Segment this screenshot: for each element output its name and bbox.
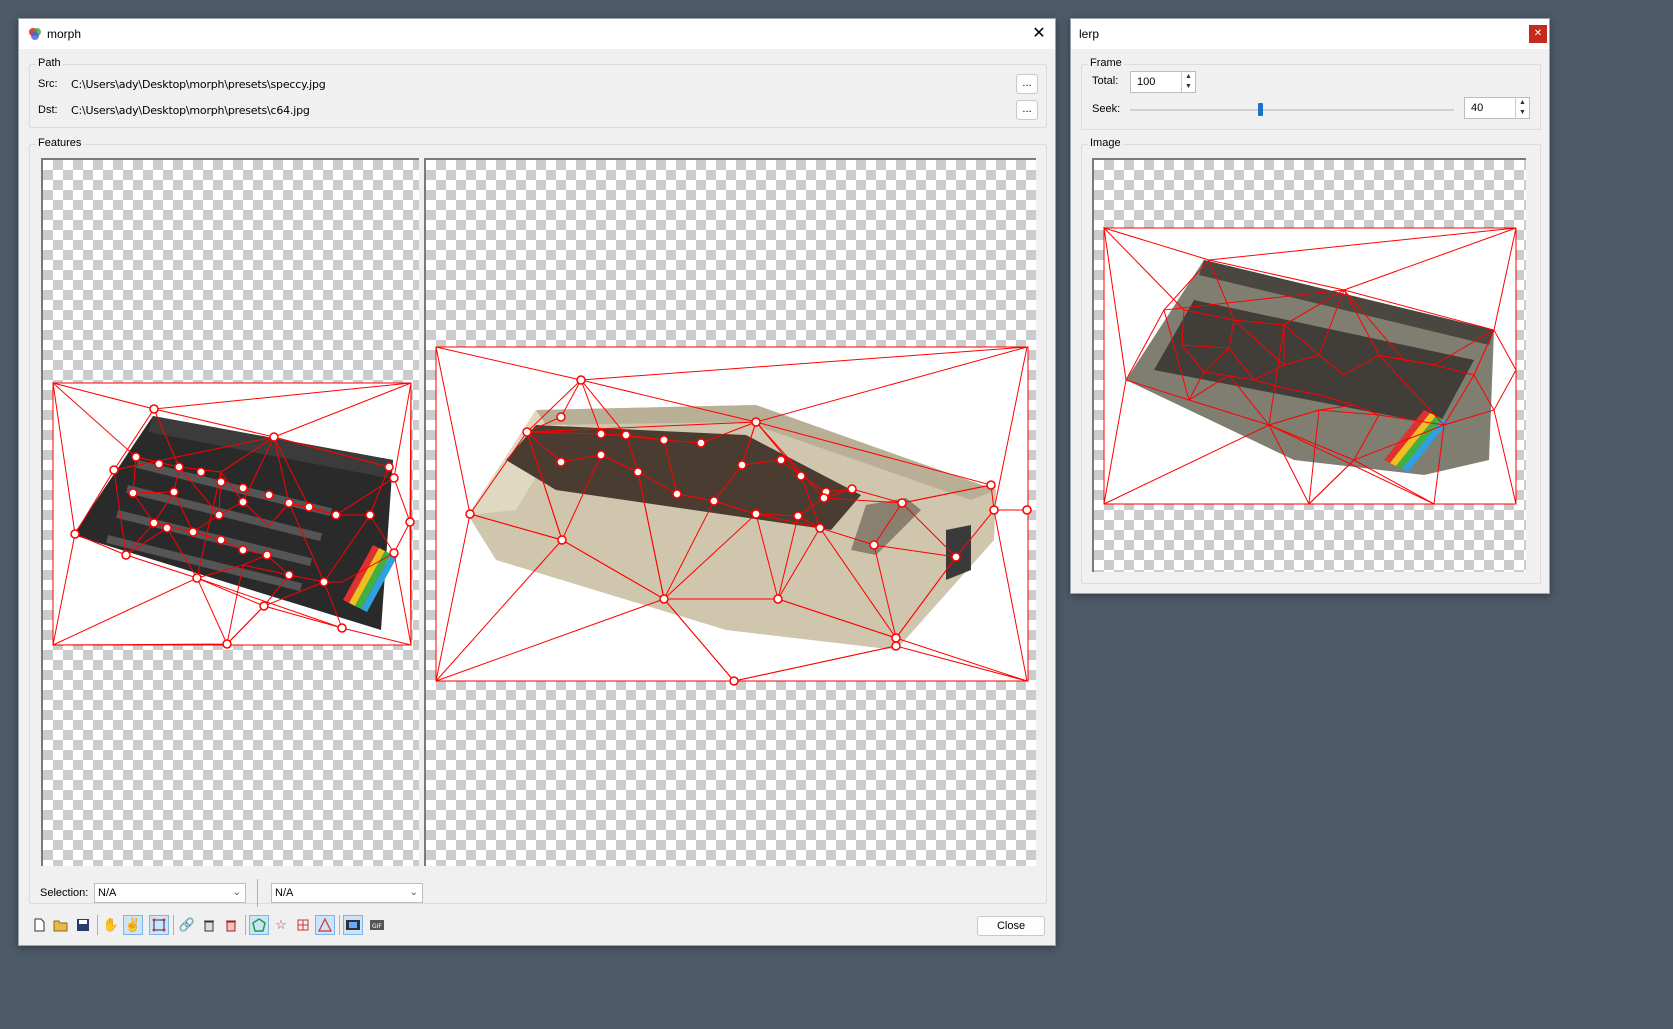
dst-canvas[interactable] [424,158,1036,866]
close-icon[interactable]: ✕ [1029,24,1049,44]
image-group: Image [1081,137,1541,584]
total-label: Total: [1092,75,1119,87]
dst-label: Dst: [38,104,58,116]
src-canvas[interactable] [41,158,419,866]
mesh-icon[interactable] [293,915,313,935]
triangulate-icon[interactable] [315,915,335,935]
trash-icon[interactable] [221,915,241,935]
src-mesh [52,381,415,649]
selection-src-dropdown[interactable]: N/A ⌄ [94,883,246,903]
toolbar-separator [339,915,340,935]
polygon-icon[interactable] [249,915,269,935]
film-icon[interactable] [343,915,363,935]
selection-label: Selection: [40,887,89,899]
close-icon[interactable]: ✕ [1529,25,1547,43]
lerp-title: lerp [1079,27,1100,41]
chevron-down-icon: ⌄ [409,887,418,898]
chevron-down-icon: ⌄ [232,887,241,898]
selection-src-value: N/A [98,887,117,899]
save-icon[interactable] [73,915,93,935]
dst-path: C:\Users\ady\Desktop\morph\presets\c64.j… [71,104,310,117]
link-icon[interactable]: 🔗 [177,915,197,935]
frame-group-label: Frame [1088,57,1124,69]
seek-slider[interactable] [1130,103,1454,116]
delete-all-icon[interactable] [199,915,219,935]
selection-dst-value: N/A [275,887,294,899]
seek-slider-thumb[interactable] [1257,103,1263,116]
path-group-label: Path [36,57,63,69]
total-value: 100 [1137,76,1156,88]
bounds-icon[interactable] [149,915,169,935]
seek-value: 40 [1471,102,1484,114]
src-browse-button[interactable]: ... [1016,74,1038,94]
selection-dst-dropdown[interactable]: N/A ⌄ [271,883,423,903]
spin-arrows-icon[interactable]: ▲ ▼ [1515,98,1529,118]
lerp-mesh [1103,226,1517,505]
close-button[interactable]: Close [977,916,1045,936]
morph-titlebar[interactable]: morph ✕ [19,19,1055,49]
lerp-preview [1092,158,1526,572]
gif-icon[interactable]: GIF [367,915,387,935]
new-icon[interactable] [29,915,49,935]
frame-group: Frame Total: 100 ▲ ▼ Seek: 40 ▲ ▼ [1081,57,1541,130]
toolbar-separator [245,915,246,935]
star-icon[interactable]: ☆ [271,915,291,935]
svg-text:GIF: GIF [372,923,382,930]
toolbar: ✋ ✌ 🔗 ☆ GIF [29,915,409,939]
dst-mesh [435,346,1032,686]
src-path: C:\Users\ady\Desktop\morph\presets\specc… [71,78,326,91]
toolbar-separator [173,915,174,935]
src-label: Src: [38,78,58,90]
selection-divider [257,879,258,907]
open-icon[interactable] [51,915,71,935]
add-point-icon[interactable]: ✌ [123,915,143,935]
window-title: morph [47,27,82,41]
seek-spinbox[interactable]: 40 ▲ ▼ [1464,97,1530,119]
spin-arrows-icon[interactable]: ▲ ▼ [1181,72,1195,92]
dst-browse-button[interactable]: ... [1016,100,1038,120]
seek-label: Seek: [1092,103,1121,115]
lerp-window: lerp ✕ Frame Total: 100 ▲ ▼ Seek: 40 ▲ ▼ I… [1070,18,1550,594]
features-group: Features Selection: N/A ⌄ N/A ⌄ [29,137,1047,907]
app-icon [27,26,43,42]
image-group-label: Image [1088,137,1123,149]
hand-icon[interactable]: ✋ [101,915,121,935]
toolbar-separator [97,915,98,935]
morph-window: morph ✕ Path Src: C:\Users\ady\Desktop\m… [18,18,1056,946]
lerp-titlebar[interactable]: lerp ✕ [1071,19,1549,49]
total-spinbox[interactable]: 100 ▲ ▼ [1130,71,1196,93]
features-group-label: Features [36,137,84,149]
path-group: Path Src: C:\Users\ady\Desktop\morph\pre… [29,57,1047,128]
